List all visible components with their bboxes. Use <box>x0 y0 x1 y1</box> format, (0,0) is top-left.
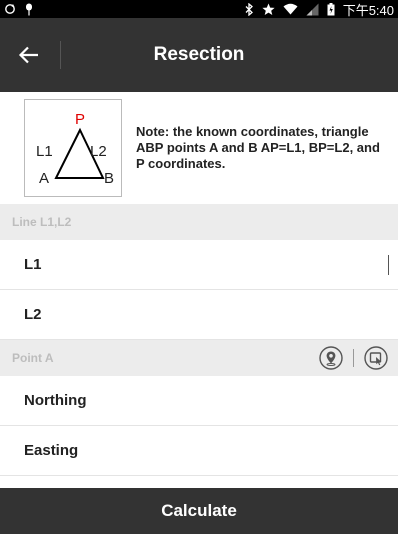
select-point-button[interactable] <box>364 346 388 370</box>
status-bar: 下午5:40 <box>0 0 398 18</box>
text-cursor <box>388 254 389 275</box>
section-header-line: Line L1,L2 <box>0 204 398 240</box>
row-l2[interactable]: L2 <box>0 290 398 340</box>
field-label-l2: L2 <box>24 306 42 323</box>
section-title-line: Line L1,L2 <box>12 215 72 229</box>
arrow-left-icon <box>18 46 38 64</box>
location-pin-button[interactable] <box>319 346 343 370</box>
debug-icon <box>24 3 34 16</box>
battery-icon <box>327 2 335 16</box>
row-easting[interactable]: Easting <box>0 426 398 476</box>
status-bar-right: 下午5:40 <box>245 0 394 19</box>
field-label-easting: Easting <box>24 442 79 459</box>
easting-input[interactable] <box>134 434 388 467</box>
wifi-icon <box>283 3 298 15</box>
location-pin-icon <box>319 346 343 370</box>
row-l1[interactable]: L1 <box>0 240 398 290</box>
status-bar-left <box>4 3 34 16</box>
note-text: Note: the known coordinates, triangle AB… <box>136 124 380 171</box>
section-title-point-a: Point A <box>12 351 54 365</box>
app-bar: Resection <box>0 18 398 92</box>
diagram-label-l2: L2 <box>90 143 107 160</box>
l2-input[interactable] <box>134 298 388 331</box>
triangle-diagram: P L1 L2 A B <box>24 99 122 197</box>
icon-separator <box>353 349 354 367</box>
sync-icon <box>4 3 16 15</box>
calculate-button[interactable]: Calculate <box>0 488 398 534</box>
bluetooth-icon <box>245 2 254 16</box>
northing-input[interactable] <box>134 384 388 417</box>
diagram-label-l1: L1 <box>36 143 53 160</box>
star-icon <box>262 3 275 16</box>
back-button[interactable] <box>10 36 48 74</box>
section-header-point-a: Point A <box>0 340 398 376</box>
row-northing[interactable]: Northing <box>0 376 398 426</box>
field-label-northing: Northing <box>24 392 87 409</box>
diagram-label-a: A <box>39 170 49 187</box>
app-bar-divider <box>60 41 61 69</box>
field-label-l1: L1 <box>24 256 42 273</box>
l1-input[interactable] <box>134 248 388 281</box>
signal-icon <box>306 3 319 16</box>
instruction-panel: P L1 L2 A B Note: the known coordinates,… <box>0 92 398 204</box>
diagram-label-p: P <box>75 111 85 128</box>
select-point-icon <box>364 346 388 370</box>
diagram-label-b: B <box>104 170 114 187</box>
status-time: 下午5:40 <box>342 2 394 18</box>
point-a-actions <box>319 346 388 370</box>
